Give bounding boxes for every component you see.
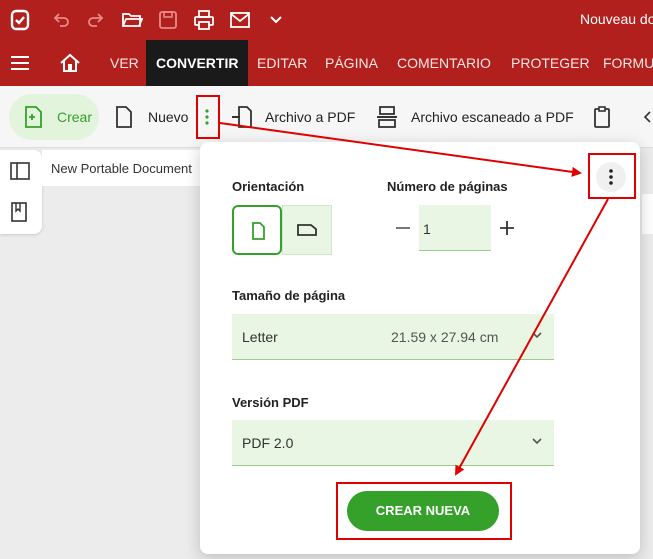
ribbon-toolbar: Crear Nuevo Archivo a PDF Archivo escane… xyxy=(0,86,653,148)
archivo-a-pdf-button[interactable]: Archivo a PDF xyxy=(265,109,355,125)
chevron-down-icon xyxy=(532,438,542,445)
portrait-page-icon xyxy=(252,222,265,240)
page-size-value: Letter xyxy=(242,329,278,345)
annotation-box-create xyxy=(336,482,512,540)
page-size-label: Tamaño de página xyxy=(232,288,346,303)
file-to-pdf-icon[interactable] xyxy=(231,105,253,129)
hamburger-menu-icon[interactable] xyxy=(10,54,30,77)
landscape-page-icon xyxy=(297,224,317,236)
portrait-button[interactable] xyxy=(232,205,282,255)
page-size-select[interactable]: Letter 21.59 x 27.94 cm xyxy=(232,314,554,360)
scanner-icon[interactable] xyxy=(376,105,398,129)
chevron-down-icon xyxy=(532,332,542,339)
open-folder-icon[interactable] xyxy=(120,8,144,32)
chevron-down-icon[interactable] xyxy=(264,8,288,32)
menu-ver[interactable]: VER xyxy=(110,40,139,86)
document-tab-title: New Portable Document xyxy=(51,161,192,176)
archivo-escaneado-button[interactable]: Archivo escaneado a PDF xyxy=(411,109,574,125)
blank-page-icon[interactable] xyxy=(114,105,136,129)
annotation-box-more xyxy=(196,95,220,139)
menu-comentario[interactable]: COMENTARIO xyxy=(397,40,491,86)
print-icon[interactable] xyxy=(192,8,216,32)
crear-label: Crear xyxy=(57,109,93,125)
save-icon[interactable] xyxy=(156,8,180,32)
menu-pagina[interactable]: PÁGINA xyxy=(325,40,378,86)
pages-label: Número de páginas xyxy=(387,179,508,194)
home-icon[interactable] xyxy=(59,53,81,78)
menu-bar: VER CONVERTIR EDITAR PÁGINA COMENTARIO P… xyxy=(0,40,653,86)
page-size-dimensions: 21.59 x 27.94 cm xyxy=(391,329,499,345)
side-panel xyxy=(0,150,42,234)
bookmark-icon[interactable] xyxy=(10,202,32,224)
pages-stepper-input[interactable]: 1 xyxy=(419,205,491,251)
pdf-version-select[interactable]: PDF 2.0 xyxy=(232,420,554,466)
document-tab[interactable]: New Portable Document xyxy=(42,150,212,186)
landscape-button[interactable] xyxy=(282,205,332,255)
minus-icon xyxy=(396,227,410,229)
window-title: Nouveau do xyxy=(580,11,653,27)
menu-proteger[interactable]: PROTEGER xyxy=(511,40,590,86)
right-strip xyxy=(642,194,653,234)
redo-icon[interactable] xyxy=(84,8,108,32)
menu-formularios[interactable]: FORMU xyxy=(603,40,653,86)
increase-pages-button[interactable] xyxy=(499,220,515,241)
nuevo-button[interactable]: Nuevo xyxy=(148,109,188,125)
orientation-label: Orientación xyxy=(232,179,305,194)
title-bar: Nouveau do xyxy=(0,0,653,40)
scroll-left-icon[interactable] xyxy=(643,110,651,129)
new-document-icon xyxy=(22,105,44,129)
plus-icon xyxy=(500,221,514,235)
decrease-pages-button[interactable] xyxy=(395,220,411,241)
pdf-version-label: Versión PDF xyxy=(232,395,309,410)
app-logo-icon[interactable] xyxy=(8,8,32,32)
menu-editar[interactable]: EDITAR xyxy=(257,40,307,86)
undo-icon[interactable] xyxy=(49,8,73,32)
mail-icon[interactable] xyxy=(228,8,252,32)
panel-toggle-icon[interactable] xyxy=(10,162,32,184)
clipboard-icon[interactable] xyxy=(592,105,614,129)
pages-value: 1 xyxy=(423,221,431,237)
menu-convertir[interactable]: CONVERTIR xyxy=(146,40,249,86)
pdf-version-value: PDF 2.0 xyxy=(242,435,294,451)
annotation-box-options xyxy=(588,153,636,199)
